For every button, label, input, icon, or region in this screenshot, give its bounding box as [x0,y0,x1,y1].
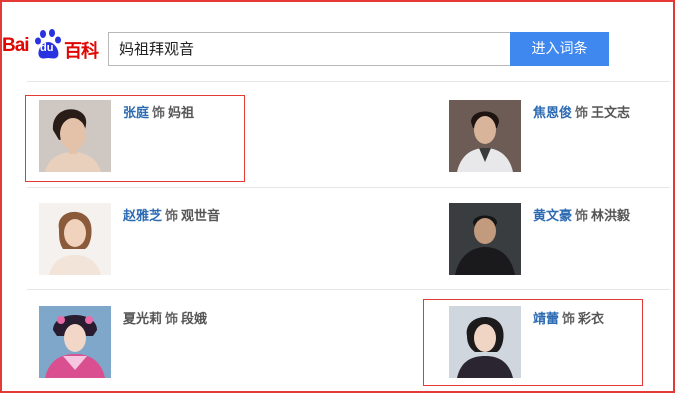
role-caption: 焦恩俊饰王文志 [533,102,630,121]
row-divider [27,289,670,290]
logo-baike-text: 百科 [64,41,99,62]
character-name: 段娥 [181,312,208,327]
highlight-box [423,299,643,386]
baidu-baike-logo[interactable]: Bai du 百科 [0,29,100,65]
plays-label: 饰 [575,106,589,121]
actor-photo[interactable] [449,203,521,275]
enter-entry-button[interactable]: 进入词条 [510,32,609,66]
search-input[interactable]: 妈祖拜观音 [108,32,511,66]
character-name: 林洪毅 [591,209,631,224]
actor-photo[interactable] [39,306,111,378]
actor-name-link[interactable]: 赵雅芝 [123,209,162,224]
role-caption: 夏光莉饰段娥 [123,308,207,327]
role-caption: 赵雅芝饰观世音 [123,205,220,224]
actor-name: 夏光莉 [123,312,163,327]
character-name: 观世音 [181,209,221,224]
actor-name-link[interactable]: 黄文豪 [533,209,572,224]
plays-label: 饰 [165,312,179,327]
logo-bai-text: Bai [2,35,30,56]
row-divider [27,187,670,188]
actor-photo[interactable] [39,203,111,275]
plays-label: 饰 [165,209,179,224]
plays-label: 饰 [575,209,589,224]
highlight-box [25,95,245,182]
header-divider [27,81,670,82]
character-name: 王文志 [591,106,631,121]
logo-du-text: du [40,42,54,54]
actor-photo[interactable] [449,100,521,172]
role-caption: 黄文豪饰林洪毅 [533,205,630,224]
actor-name-link[interactable]: 焦恩俊 [533,106,572,121]
